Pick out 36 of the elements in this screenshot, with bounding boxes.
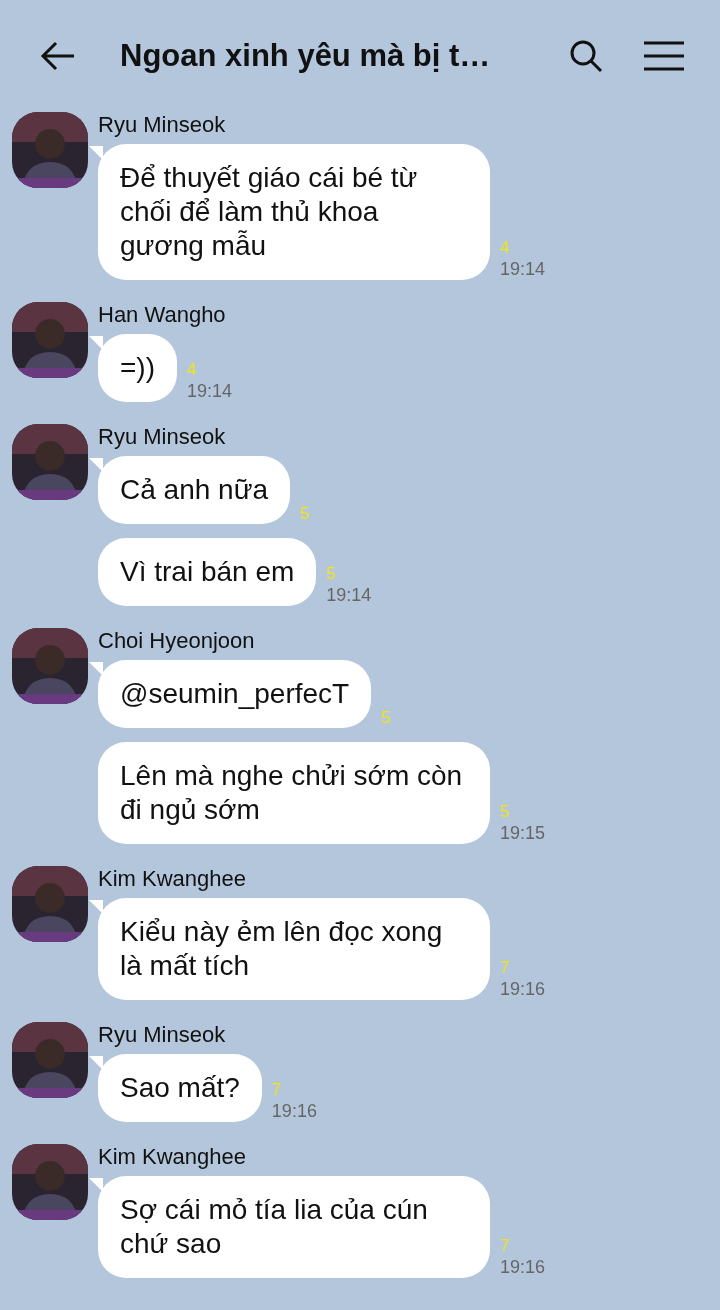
menu-icon[interactable] [644, 41, 684, 71]
message-bubble: Lên mà nghe chửi sớm còn đi ngủ sớm [98, 742, 490, 844]
read-count: 7 [271, 1080, 282, 1100]
message-time: 19:14 [187, 380, 233, 402]
message-bubble: Cả anh nữa [98, 456, 290, 524]
search-icon[interactable] [568, 38, 604, 74]
sender-name: Ryu Minseok [98, 112, 227, 138]
read-count: 4 [500, 238, 510, 258]
read-count: 7 [500, 958, 510, 978]
read-count: 4 [187, 360, 197, 380]
message-time: 19:16 [500, 978, 546, 1000]
sender-name: Han Wangho [98, 302, 227, 328]
message-bubble: Vì trai bán em [98, 538, 317, 606]
back-arrow-icon[interactable] [40, 41, 76, 71]
message-time: 19:15 [500, 822, 546, 844]
message-time: 19:16 [271, 1100, 317, 1122]
read-count: 7 [500, 1236, 510, 1256]
message-bubble: Sợ cái mỏ tía lia của cún chứ sao [98, 1176, 490, 1278]
message-bubble: Sao mất? [98, 1054, 262, 1122]
chat-title: Ngoan xinh yêu mà bị t… [120, 38, 492, 74]
sender-name: Choi Hyeonjoon [98, 628, 256, 654]
message-bubble: =)) [98, 334, 177, 402]
sender-name: Kim Kwanghee [98, 1144, 247, 1170]
message-time: 19:14 [500, 258, 546, 280]
sender-name: Kim Kwanghee [98, 866, 247, 892]
sender-name: Ryu Minseok [98, 1022, 227, 1048]
message-bubble: @seumin_perfecT [98, 660, 372, 728]
read-count: 5 [299, 504, 310, 524]
message-bubble: Kiểu này ẻm lên đọc xong là mất tích [98, 898, 490, 1000]
read-count: 5 [500, 802, 510, 822]
sender-name: Ryu Minseok [98, 424, 227, 450]
read-count: 5 [326, 564, 336, 584]
message-time: 19:14 [326, 584, 372, 606]
read-count: 5 [381, 708, 391, 728]
message-bubble: Để thuyết giáo cái bé từ chối để làm thủ khoa gương mẫu [98, 144, 490, 280]
message-time: 19:16 [500, 1256, 546, 1278]
